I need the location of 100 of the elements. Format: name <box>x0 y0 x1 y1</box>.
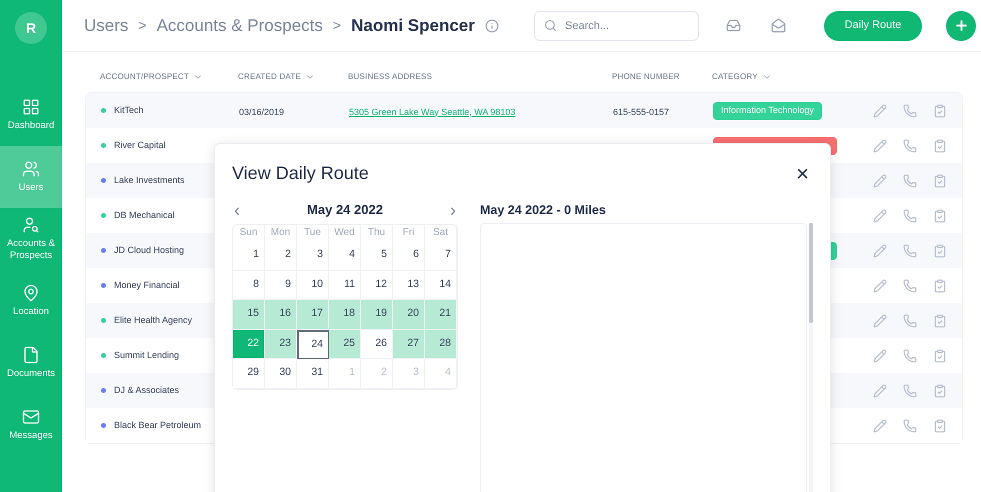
calendar-day[interactable]: 15 <box>233 300 265 330</box>
pencil-icon[interactable] <box>873 208 887 222</box>
clipboard-icon[interactable] <box>933 208 947 222</box>
breadcrumb-link[interactable]: Naomi Spencer <box>351 12 475 38</box>
account-name: River Capital <box>114 138 166 152</box>
phone-number: 615-555-0157 <box>613 106 670 116</box>
account-name: Black Bear Petroleum <box>114 418 202 432</box>
route-title: May 24 2022 - 0 Miles <box>480 202 607 219</box>
calendar-day[interactable]: 16 <box>265 300 297 330</box>
clipboard-icon[interactable] <box>933 384 947 398</box>
calendar-day[interactable]: 6 <box>393 241 425 270</box>
calendar-day[interactable]: 23 <box>265 330 297 359</box>
envelope-icon <box>22 408 40 426</box>
calendar-day[interactable]: 1 <box>233 241 265 270</box>
calendar-day[interactable]: 29 <box>233 359 265 388</box>
column-header[interactable]: CATEGORY <box>712 71 772 83</box>
search-field[interactable]: Search... <box>534 10 699 40</box>
clipboard-icon[interactable] <box>933 174 947 188</box>
calendar-day[interactable]: 28 <box>425 330 457 359</box>
pencil-icon[interactable] <box>873 104 887 118</box>
phone-icon[interactable] <box>903 208 917 222</box>
previous-month-button[interactable]: ‹ <box>234 201 240 219</box>
account-name: JD Cloud Hosting <box>114 244 184 257</box>
phone-icon[interactable] <box>903 314 917 328</box>
column-header[interactable]: CREATED DATE <box>238 71 315 83</box>
calendar-day[interactable]: 24 <box>297 330 329 359</box>
clipboard-icon[interactable] <box>933 348 947 362</box>
calendar-day[interactable]: 30 <box>265 359 297 388</box>
phone-icon[interactable] <box>903 348 917 362</box>
calendar-day[interactable]: 4 <box>329 241 361 270</box>
clipboard-icon[interactable] <box>933 138 947 152</box>
account-name: Lake Investments <box>114 174 185 187</box>
pencil-icon[interactable] <box>873 138 887 152</box>
calendar-day[interactable]: 10 <box>297 270 329 300</box>
calendar-day[interactable]: 20 <box>393 300 425 330</box>
phone-icon[interactable] <box>903 418 917 432</box>
calendar-day[interactable]: 13 <box>393 270 425 300</box>
account-name: Summit Lending <box>114 348 180 362</box>
calendar-day[interactable]: 26 <box>361 330 393 359</box>
pencil-icon[interactable] <box>873 384 887 398</box>
calendar-day[interactable]: 21 <box>425 300 457 330</box>
calendar-day[interactable]: 11 <box>329 270 361 300</box>
breadcrumb-link[interactable]: Accounts & Prospects <box>156 12 323 38</box>
account-name: DJ & Associates <box>114 384 180 397</box>
calendar-day[interactable]: 5 <box>361 241 393 270</box>
pencil-icon[interactable] <box>873 244 887 258</box>
account-name: KitTech <box>114 104 144 117</box>
category-tag: Information Technology <box>713 102 822 120</box>
pencil-icon[interactable] <box>873 174 887 188</box>
calendar-day[interactable]: 9 <box>265 270 297 300</box>
envelope-icon[interactable] <box>771 18 786 33</box>
breadcrumb-link[interactable]: Users <box>84 12 128 38</box>
column-header[interactable]: BUSINESS ADDRESS <box>348 71 432 83</box>
calendar-day[interactable]: 27 <box>393 330 425 359</box>
calendar-day[interactable]: 19 <box>361 300 393 330</box>
calendar-day[interactable]: 31 <box>297 359 329 388</box>
calendar-day[interactable]: 3 <box>297 241 329 270</box>
pencil-icon[interactable] <box>873 348 887 362</box>
scrollbar-thumb[interactable] <box>809 223 813 323</box>
users-icon <box>22 160 40 178</box>
document-icon <box>22 346 40 364</box>
phone-icon[interactable] <box>903 278 917 292</box>
person-search-icon <box>22 216 40 234</box>
phone-icon[interactable] <box>903 244 917 258</box>
calendar-day[interactable]: 7 <box>425 241 457 270</box>
created-date: 03/16/2019 <box>239 106 284 116</box>
clipboard-icon[interactable] <box>933 418 947 432</box>
plus-icon <box>954 18 968 33</box>
calendar-day[interactable]: 25 <box>329 330 361 359</box>
calendar-day[interactable]: 14 <box>425 270 457 300</box>
account-name: DB Mechanical <box>114 208 175 222</box>
clipboard-icon[interactable] <box>933 104 947 118</box>
clipboard-icon[interactable] <box>933 314 947 328</box>
column-header[interactable]: PHONE NUMBER <box>612 71 680 83</box>
calendar-day[interactable]: 8 <box>233 270 265 300</box>
logo: R <box>15 12 47 44</box>
calendar-day[interactable]: 17 <box>297 300 329 330</box>
breadcrumb-separator: > <box>138 16 147 35</box>
add-button[interactable] <box>946 10 976 40</box>
column-header[interactable]: ACCOUNT/PROSPECT <box>100 71 203 83</box>
pencil-icon[interactable] <box>873 278 887 292</box>
inbox-icon[interactable] <box>726 18 741 33</box>
info-icon[interactable] <box>484 18 499 32</box>
phone-icon[interactable] <box>903 174 917 188</box>
phone-icon[interactable] <box>903 384 917 398</box>
breadcrumb-separator: > <box>332 16 342 35</box>
calendar-day[interactable]: 12 <box>361 270 393 300</box>
calendar-day[interactable]: 18 <box>329 300 361 330</box>
phone-icon[interactable] <box>903 104 917 118</box>
next-month-button[interactable]: › <box>450 201 456 219</box>
grid-icon <box>22 98 40 116</box>
pencil-icon[interactable] <box>873 418 887 432</box>
calendar-day[interactable]: 2 <box>265 241 297 270</box>
clipboard-icon[interactable] <box>933 278 947 292</box>
account-name: Money Financial <box>114 278 180 292</box>
clipboard-icon[interactable] <box>933 244 947 258</box>
account-name: Elite Health Agency <box>114 314 192 327</box>
close-button[interactable]: × <box>796 162 809 184</box>
pencil-icon[interactable] <box>873 314 887 328</box>
phone-icon[interactable] <box>903 138 917 152</box>
